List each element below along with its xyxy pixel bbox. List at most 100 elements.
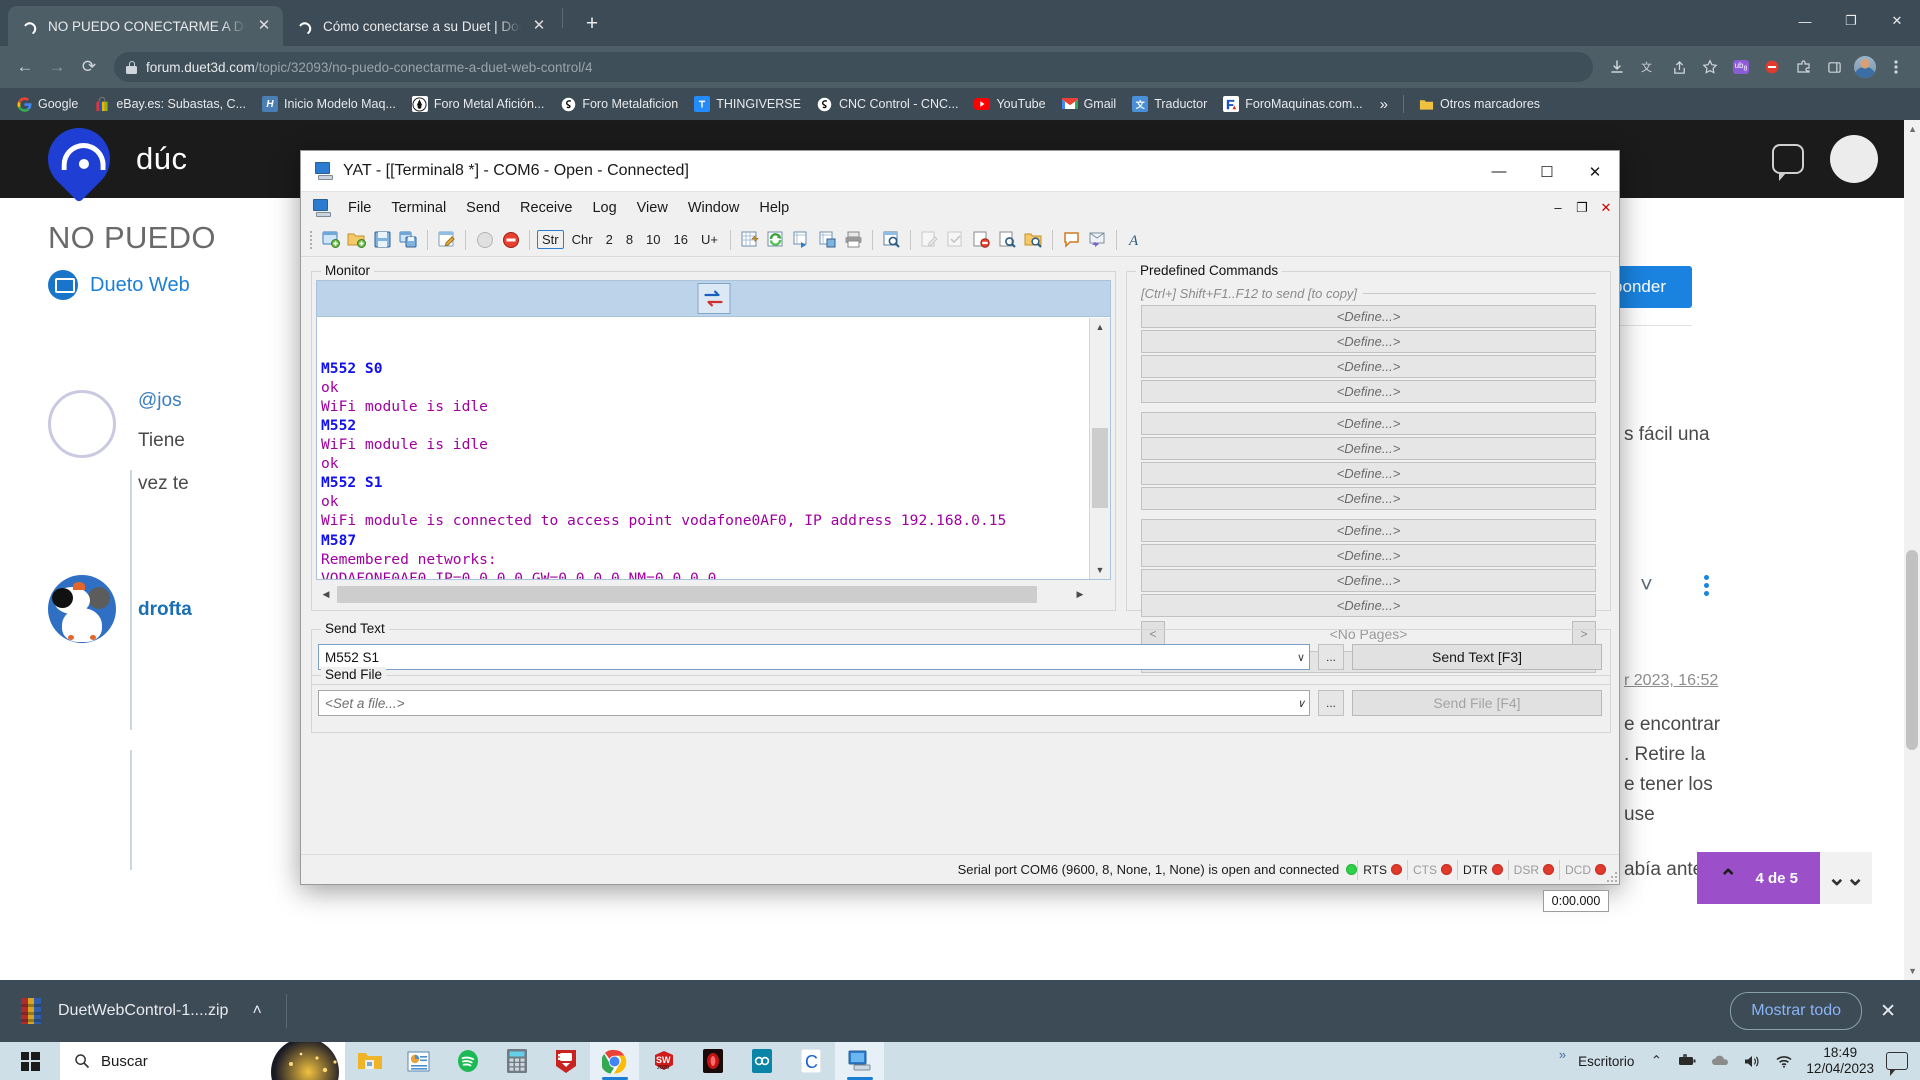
predefined-command-button-2[interactable]: <Define...> bbox=[1141, 330, 1596, 353]
close-icon[interactable]: ✕ bbox=[530, 17, 548, 35]
menu-view[interactable]: View bbox=[628, 196, 677, 220]
bookmark-item[interactable]: Foro Metalaficion bbox=[553, 93, 685, 115]
send-text-browse-button[interactable]: ... bbox=[1318, 644, 1344, 670]
calculator-icon[interactable] bbox=[492, 1042, 541, 1080]
pager-current[interactable]: ⌃ 4 de 5 bbox=[1697, 852, 1820, 904]
bookmarks-overflow-button[interactable]: » bbox=[1372, 96, 1396, 113]
edit-terminal-settings-icon[interactable] bbox=[435, 228, 458, 251]
notifications-icon[interactable] bbox=[1886, 1052, 1908, 1076]
bookmark-item[interactable]: eBay.es: Subastas, C... bbox=[87, 93, 253, 115]
battery-icon[interactable] bbox=[1678, 1051, 1698, 1071]
download-icon[interactable] bbox=[1603, 53, 1631, 81]
mdi-minimize-icon[interactable]: – bbox=[1551, 200, 1565, 215]
yat-titlebar[interactable]: YAT - [[Terminal8 *] - COM6 - Open - Con… bbox=[301, 151, 1619, 192]
other-bookmarks-button[interactable]: Otros marcadores bbox=[1411, 93, 1547, 115]
show-all-downloads-button[interactable]: Mostrar todo bbox=[1730, 992, 1863, 1030]
chat-icon[interactable] bbox=[1772, 144, 1804, 181]
menu-file[interactable]: File bbox=[339, 196, 380, 220]
menu-terminal[interactable]: Terminal bbox=[382, 196, 455, 220]
post-menu-icon[interactable] bbox=[1704, 575, 1709, 596]
new-tab-button[interactable]: + bbox=[575, 8, 609, 42]
share-icon[interactable] bbox=[1665, 53, 1693, 81]
radix-unicode[interactable]: U+ bbox=[696, 230, 723, 249]
desktop-label[interactable]: Escritorio bbox=[1578, 1054, 1634, 1069]
chevron-up-icon[interactable]: ⌃ bbox=[1719, 865, 1737, 891]
save-terminal-icon[interactable] bbox=[371, 228, 394, 251]
minimize-icon[interactable]: — bbox=[1782, 0, 1828, 42]
page-scrollbar[interactable]: ▲ ▼ bbox=[1904, 120, 1920, 980]
menu-window[interactable]: Window bbox=[679, 196, 749, 220]
bookmark-item[interactable]: 文 Traductor bbox=[1125, 93, 1214, 115]
back-button[interactable]: ← bbox=[10, 52, 40, 82]
profile-avatar[interactable] bbox=[1851, 53, 1879, 81]
bookmark-item[interactable]: THINGIVERSE bbox=[687, 93, 808, 115]
avatar[interactable] bbox=[48, 390, 116, 458]
reload-button[interactable]: ⟳ bbox=[74, 52, 104, 82]
start-button[interactable] bbox=[0, 1042, 60, 1080]
bookmark-item[interactable]: Foro Metal Afición... bbox=[405, 93, 551, 115]
monitor-output[interactable]: M552 S0 ok WiFi module is idle M552 WiFi mod… bbox=[316, 317, 1111, 580]
file-explorer-icon[interactable] bbox=[345, 1042, 394, 1080]
scrollbar-thumb[interactable] bbox=[1092, 428, 1108, 508]
clear-icon[interactable] bbox=[970, 228, 993, 251]
predefined-command-button-3[interactable]: <Define...> bbox=[1141, 355, 1596, 378]
signal-dsr[interactable]: DSR bbox=[1507, 859, 1559, 880]
address-bar[interactable]: forum.duet3d.com/topic/32093/no-puedo-co… bbox=[114, 52, 1593, 82]
bookmark-item[interactable]: H Inicio Modelo Maq... bbox=[255, 93, 403, 115]
scrollbar-thumb[interactable] bbox=[337, 586, 1037, 603]
monitor-horizontal-scrollbar[interactable]: ◀ ▶ bbox=[317, 584, 1089, 605]
bookmark-item[interactable]: YouTube bbox=[967, 93, 1052, 115]
preview-icon[interactable] bbox=[996, 228, 1019, 251]
swap-arrows-icon[interactable] bbox=[697, 283, 730, 314]
stop-icon[interactable] bbox=[499, 228, 522, 251]
send-file-browse-button[interactable]: ... bbox=[1318, 690, 1344, 716]
signal-dcd[interactable]: DCD bbox=[1559, 859, 1611, 880]
predefined-command-button-12[interactable]: <Define...> bbox=[1141, 594, 1596, 617]
chevron-up-icon[interactable]: ⌃ bbox=[1646, 1051, 1666, 1071]
maximize-icon[interactable]: ☐ bbox=[1523, 151, 1571, 192]
signal-rts[interactable]: RTS bbox=[1357, 859, 1407, 880]
topic-pager[interactable]: ⌃ 4 de 5 ⌄⌄ bbox=[1697, 852, 1872, 904]
spotify-icon[interactable] bbox=[443, 1042, 492, 1080]
monitor-vertical-scrollbar[interactable]: ▲ ▼ bbox=[1089, 318, 1110, 579]
save-to-file-icon[interactable] bbox=[816, 228, 839, 251]
scrollbar-thumb[interactable] bbox=[1906, 550, 1918, 750]
c-app-icon[interactable]: C bbox=[786, 1042, 835, 1080]
ublock-icon[interactable]: ub8 bbox=[1727, 53, 1755, 81]
browser-tab-0[interactable]: NO PUEDO CONECTARME A DUE ✕ bbox=[8, 6, 283, 46]
videodownload-icon[interactable] bbox=[541, 1042, 590, 1080]
predefined-command-button-7[interactable]: <Define...> bbox=[1141, 462, 1596, 485]
avatar[interactable] bbox=[1830, 135, 1878, 183]
browser-tab-1[interactable]: Cómo conectarse a su Duet | Doc ✕ bbox=[283, 6, 558, 46]
scroll-down-arrow[interactable]: ▼ bbox=[1090, 561, 1110, 579]
predefined-command-button-10[interactable]: <Define...> bbox=[1141, 544, 1596, 567]
close-icon[interactable]: ✕ bbox=[255, 17, 273, 35]
mdi-restore-icon[interactable]: ❐ bbox=[1575, 200, 1589, 216]
radix-oct[interactable]: 8 bbox=[621, 230, 638, 249]
radix-dec[interactable]: 10 bbox=[641, 230, 665, 249]
search-file-icon[interactable] bbox=[1022, 228, 1045, 251]
radix-char[interactable]: Chr bbox=[567, 230, 598, 249]
adblock-icon[interactable] bbox=[1758, 53, 1786, 81]
chrome-menu-icon[interactable] bbox=[1882, 53, 1910, 81]
tray-overflow[interactable]: » bbox=[1559, 1047, 1566, 1062]
predefined-command-button-6[interactable]: <Define...> bbox=[1141, 437, 1596, 460]
menu-log[interactable]: Log bbox=[583, 196, 625, 220]
search-input[interactable]: Buscar bbox=[60, 1042, 345, 1080]
arduino-icon[interactable] bbox=[737, 1042, 786, 1080]
signal-cts[interactable]: CTS bbox=[1406, 859, 1457, 880]
predefined-command-button-5[interactable]: <Define...> bbox=[1141, 412, 1596, 435]
send-text-input[interactable]: M552 S1 ∨ bbox=[318, 644, 1310, 670]
extensions-icon[interactable] bbox=[1789, 53, 1817, 81]
pager-bottom-button[interactable]: ⌄⌄ bbox=[1820, 852, 1872, 904]
forward-button[interactable]: → bbox=[42, 52, 72, 82]
radix-hex[interactable]: 16 bbox=[669, 230, 693, 249]
menu-help[interactable]: Help bbox=[750, 196, 798, 220]
predefined-command-button-1[interactable]: <Define...> bbox=[1141, 305, 1596, 328]
terminal-settings-icon[interactable] bbox=[738, 228, 761, 251]
yat-icon[interactable] bbox=[835, 1042, 884, 1080]
chat-balloon-icon[interactable] bbox=[1060, 228, 1083, 251]
refresh-icon[interactable] bbox=[764, 228, 787, 251]
sidepanel-icon[interactable] bbox=[1820, 53, 1848, 81]
font-icon[interactable]: A bbox=[1124, 228, 1147, 251]
